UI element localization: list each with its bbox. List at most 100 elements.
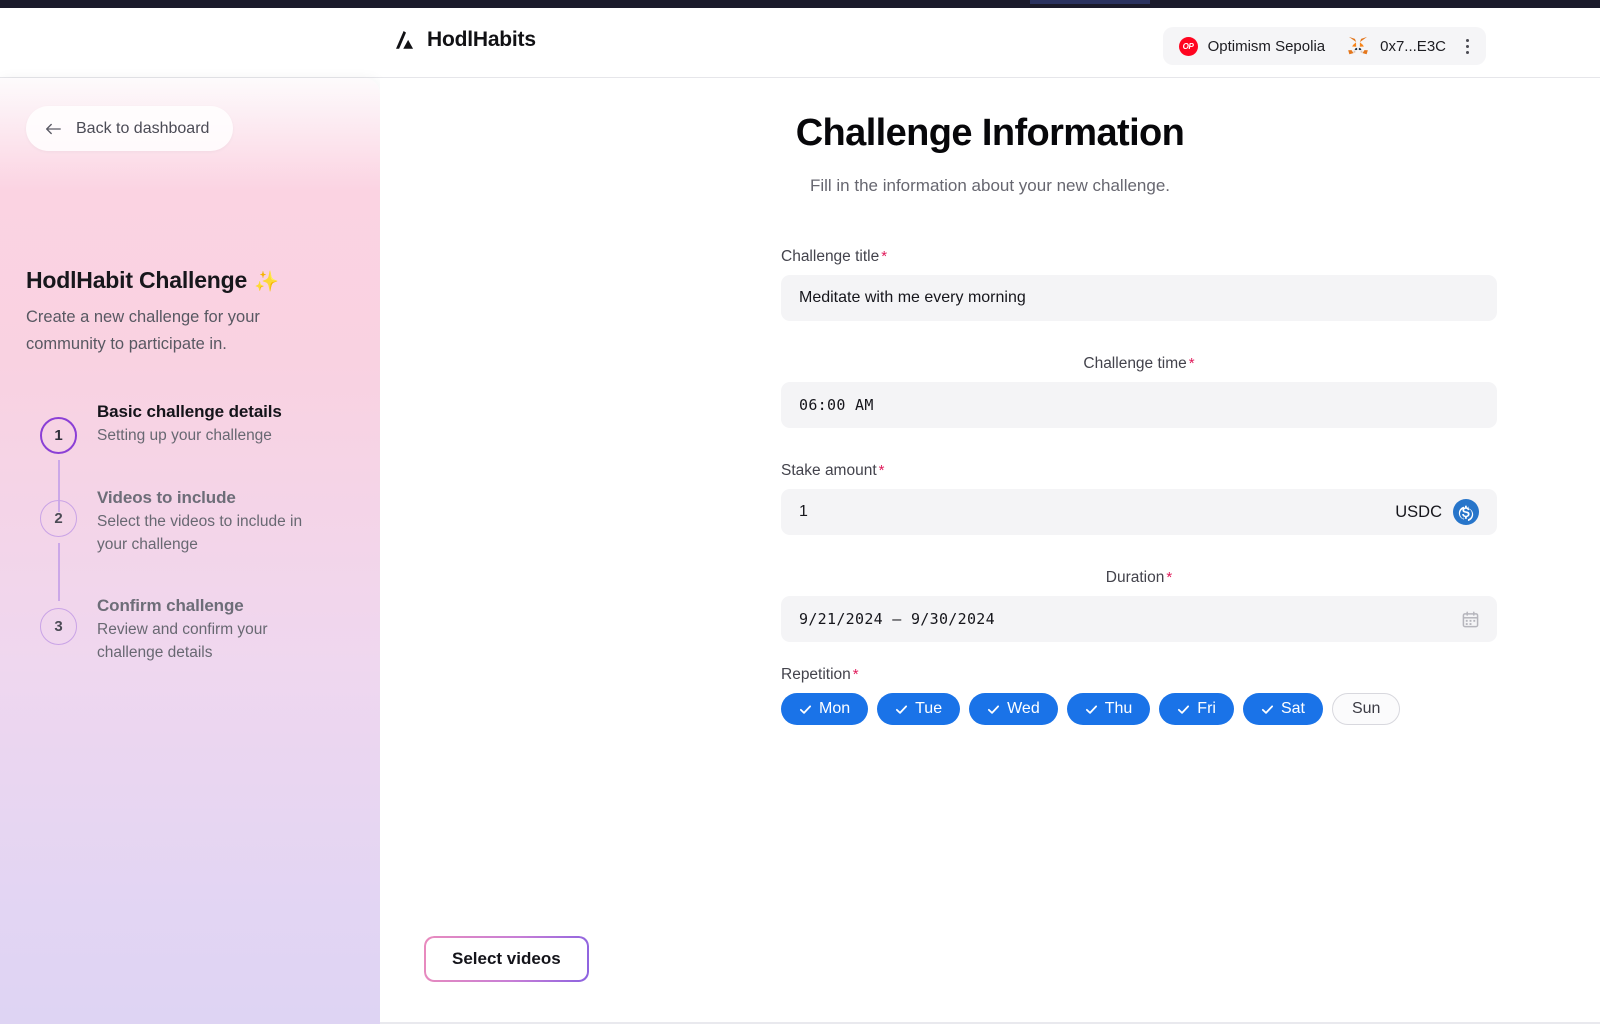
challenge-title-label: Challenge title * [781,248,1497,266]
back-to-dashboard-button[interactable]: Back to dashboard [26,106,234,151]
day-pill-mon[interactable]: Mon [781,693,869,725]
field-challenge-title: Challenge title * Meditate with me every … [781,248,1497,321]
required-marker: * [881,248,888,265]
day-pill-wed[interactable]: Wed [969,693,1058,725]
required-marker: * [852,666,859,683]
day-pill-thu[interactable]: Thu [1066,693,1151,725]
step-number-badge: 2 [40,500,77,537]
sidebar-title: HodlHabit Challenge ✨ [26,267,279,294]
challenge-time-label: Challenge time * [781,355,1497,373]
sidebar-step-basic-challenge-details[interactable]: 1 Basic challenge details Setting up you… [40,400,360,512]
required-marker: * [1188,355,1195,372]
sidebar-subtitle: Create a new challenge for your communit… [26,308,260,353]
repetition-day-group: Mon Tue Wed Thu Fri Sat Sun [781,693,1497,725]
step-description: Setting up your challenge [97,427,272,444]
day-pill-label: Thu [1104,700,1133,717]
challenge-title-input[interactable]: Meditate with me every morning [781,275,1497,321]
day-pill-label: Wed [1007,700,1040,717]
duration-input[interactable]: 9/21/2024 – 9/30/2024 [781,596,1497,642]
day-pill-tue[interactable]: Tue [877,693,961,725]
usdc-coin-icon [1453,499,1479,525]
repetition-label-text: Repetition [781,666,851,683]
step-body: Basic challenge details Setting up your … [97,400,327,474]
field-stake-amount: Stake amount * 1 USDC [781,462,1497,535]
footer-bar: Select videos [380,924,1600,1024]
main-content: Challenge Information Fill in the inform… [380,78,1600,1024]
check-icon [1085,704,1097,714]
optimism-badge-icon: OP [1178,36,1198,56]
stake-currency-label: USDC [1395,502,1442,521]
mountain-logo-icon [396,31,414,49]
step-number-badge: 3 [40,608,77,645]
step-rail: 2 [40,486,77,601]
field-challenge-time: Challenge time * 06:00 AM [781,355,1497,428]
stake-amount-label: Stake amount * [781,462,1497,480]
kebab-dot [1465,38,1469,42]
step-rail: 1 [40,400,77,512]
browser-chrome-strip [0,0,1600,8]
select-videos-label: Select videos [452,949,561,968]
day-pill-sun[interactable]: Sun [1331,693,1401,725]
check-icon [799,704,812,714]
brand-logo[interactable]: HodlHabits [394,28,536,52]
field-duration: Duration * 9/21/2024 – 9/30/2024 [781,569,1497,642]
step-description: Review and confirm your challenge detail… [97,621,268,661]
stepper: 1 Basic challenge details Setting up you… [40,400,360,664]
browser-tab-indicator [1030,0,1150,4]
account-address: 0x7...E3C [1380,37,1446,55]
duration-value: 9/21/2024 – 9/30/2024 [799,610,995,628]
day-pill-label: Sat [1280,700,1305,717]
network-selector[interactable]: OP Optimism Sepolia [1178,36,1348,56]
sparkles-icon: ✨ [254,271,279,293]
day-pill-label: Mon [819,700,851,717]
stake-amount-value: 1 [799,503,808,520]
step-title: Videos to include [97,488,236,507]
challenge-form: Challenge title * Meditate with me every … [781,248,1497,731]
field-repetition: Repetition * Mon Tue Wed Thu Fri Sat Sun [781,666,1497,725]
network-name: Optimism Sepolia [1207,37,1326,55]
required-marker: * [878,462,885,479]
day-pill-label: Sun [1351,700,1381,717]
stake-amount-label-text: Stake amount [781,462,877,479]
sidebar-step-confirm-challenge[interactable]: 3 Confirm challenge Review and confirm y… [40,594,360,664]
repetition-label: Repetition * [781,666,1497,684]
check-icon [896,704,908,714]
step-body: Videos to include Select the videos to i… [97,486,327,578]
check-icon [988,704,1000,714]
challenge-time-value: 06:00 AM [799,396,874,414]
step-number-badge: 1 [40,417,77,454]
duration-label: Duration * [781,569,1497,587]
sidebar: Back to dashboard HodlHabit Challenge ✨ … [0,78,380,1024]
kebab-dot [1465,50,1469,54]
brand-name: HodlHabits [427,28,536,51]
required-marker: * [1166,569,1173,586]
back-to-dashboard-label: Back to dashboard [76,119,210,137]
kebab-menu-icon[interactable] [1458,36,1476,56]
challenge-title-value: Meditate with me every morning [799,289,1026,306]
calendar-icon[interactable] [1462,610,1479,628]
wallet-bar: OP Optimism Sepolia 0x7...E3C [1162,27,1486,65]
stake-currency-group: USDC [1395,499,1479,525]
sidebar-step-videos-to-include[interactable]: 2 Videos to include Select the videos to… [40,486,360,601]
arrow-left-icon [46,123,61,134]
duration-label-text: Duration [1105,569,1165,586]
check-icon [1178,704,1190,714]
step-title: Confirm challenge [97,596,244,615]
step-description: Select the videos to include in your cha… [97,513,303,553]
step-rail: 3 [40,594,77,664]
check-icon [1261,704,1273,714]
account-chip[interactable]: 0x7...E3C [1347,36,1458,56]
day-pill-fri[interactable]: Fri [1159,693,1234,725]
kebab-dot [1465,44,1469,48]
select-videos-button[interactable]: Select videos [424,936,589,982]
challenge-time-input[interactable]: 06:00 AM [781,382,1497,428]
challenge-title-label-text: Challenge title [781,248,880,265]
app-header: HodlHabits OP Optimism Sepolia 0x7...E3C [0,8,1600,78]
step-title: Basic challenge details [97,402,282,421]
stake-amount-input[interactable]: 1 USDC [781,489,1497,535]
day-pill-label: Fri [1197,700,1216,717]
sidebar-title-text: HodlHabit Challenge [26,267,248,293]
page-subtitle: Fill in the information about your new c… [809,176,1171,195]
day-pill-sat[interactable]: Sat [1242,693,1323,725]
